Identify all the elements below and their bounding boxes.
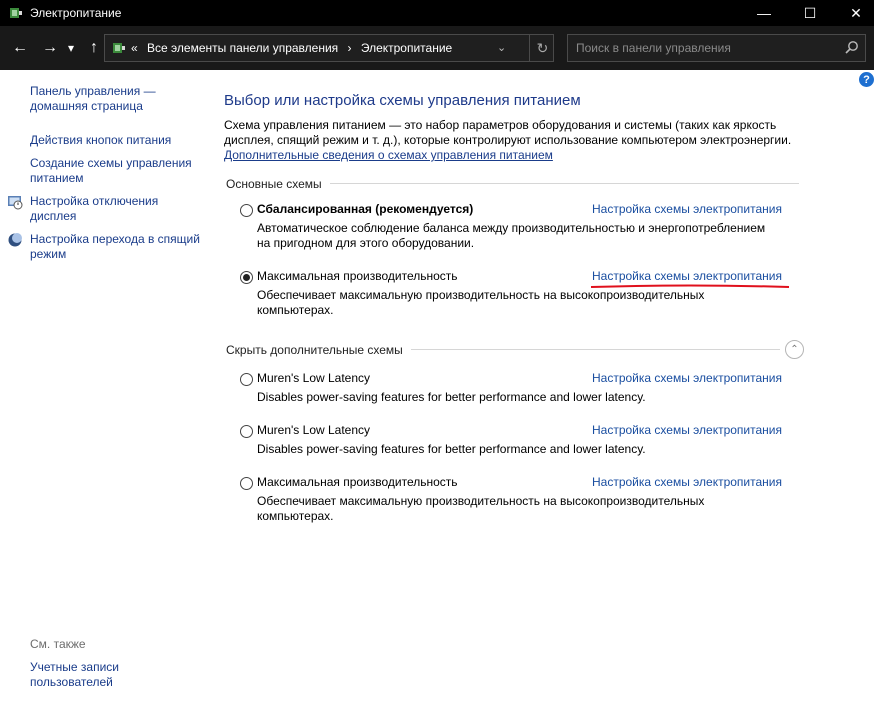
plan-settings-link[interactable]: Настройка схемы электропитания bbox=[592, 202, 782, 216]
address-dropdown-icon[interactable]: ⌄ bbox=[497, 41, 506, 54]
more-info-link[interactable]: Дополнительные сведения о схемах управле… bbox=[224, 148, 553, 162]
group-divider bbox=[411, 349, 780, 350]
sidebar-link-user-accounts[interactable]: Учетные записи пользователей bbox=[30, 660, 200, 690]
plan-name[interactable]: Максимальная производительность bbox=[257, 269, 458, 283]
plan-name[interactable]: Muren's Low Latency bbox=[257, 423, 370, 437]
plan-radio-murens-low-latency-2[interactable] bbox=[240, 425, 253, 438]
page-description: Схема управления питанием — это набор па… bbox=[224, 118, 792, 147]
breadcrumb-overflow[interactable]: « bbox=[131, 41, 138, 55]
collapse-button[interactable]: ⌃ bbox=[785, 340, 804, 359]
plan-settings-link[interactable]: Настройка схемы электропитания bbox=[592, 423, 782, 437]
maximize-button[interactable]: ☐ bbox=[787, 0, 833, 26]
breadcrumb-all-control-panel-items[interactable]: Все элементы панели управления bbox=[147, 41, 338, 55]
red-underline-annotation bbox=[590, 284, 790, 288]
minimize-button[interactable]: — bbox=[741, 0, 787, 26]
refresh-icon: ↻ bbox=[536, 39, 549, 56]
plan-radio-ultimate-performance[interactable] bbox=[240, 271, 253, 284]
plan-name[interactable]: Muren's Low Latency bbox=[257, 371, 370, 385]
control-panel-icon bbox=[113, 43, 125, 53]
breadcrumb-power-options[interactable]: Электропитание bbox=[361, 41, 452, 55]
sidebar-link-create-plan[interactable]: Создание схемы управления питанием bbox=[30, 156, 200, 186]
plan-settings-link[interactable]: Настройка схемы электропитания bbox=[592, 269, 782, 283]
help-icon: ? bbox=[863, 73, 870, 86]
sidebar-link-display-off[interactable]: Настройка отключения дисплея bbox=[30, 194, 200, 224]
plan-radio-balanced[interactable] bbox=[240, 204, 253, 217]
maximize-icon: ☐ bbox=[803, 4, 817, 21]
arrow-left-icon: ← bbox=[12, 39, 28, 56]
left-pane: Панель управления — домашняя страница Де… bbox=[0, 70, 204, 704]
breadcrumb-separator[interactable]: › bbox=[348, 41, 352, 55]
navigation-bar: ← → ▾ ↑ « Все элементы панели управления… bbox=[0, 26, 874, 70]
sidebar-link-power-buttons[interactable]: Действия кнопок питания bbox=[30, 133, 200, 148]
group-basic-plans-label: Основные схемы bbox=[226, 177, 322, 191]
plan-description: Обеспечивает максимальную производительн… bbox=[257, 494, 705, 523]
sidebar-link-control-panel-home[interactable]: Панель управления — домашняя страница bbox=[30, 84, 200, 114]
see-also-label: См. также bbox=[30, 637, 86, 651]
up-button[interactable]: ↑ bbox=[84, 38, 104, 58]
search-box[interactable]: Поиск в панели управления bbox=[567, 34, 866, 62]
group-divider bbox=[330, 183, 799, 184]
plan-radio-murens-low-latency-1[interactable] bbox=[240, 373, 253, 386]
search-placeholder: Поиск в панели управления bbox=[576, 41, 731, 55]
plan-description: Автоматическое соблюдение баланса между … bbox=[257, 221, 766, 250]
plan-radio-ultimate-performance-2[interactable] bbox=[240, 477, 253, 490]
plan-settings-link[interactable]: Настройка схемы электропитания bbox=[592, 475, 782, 489]
window-title: Электропитание bbox=[30, 6, 122, 20]
plan-description: Обеспечивает максимальную производительн… bbox=[257, 288, 705, 317]
plan-name[interactable]: Сбалансированная (рекомендуется) bbox=[257, 202, 473, 216]
close-button[interactable]: ✕ bbox=[833, 0, 874, 26]
arrow-up-icon: ↑ bbox=[90, 39, 98, 56]
page-title: Выбор или настройка схемы управления пит… bbox=[224, 92, 581, 109]
breadcrumb: « Все элементы панели управления › Элект… bbox=[131, 41, 458, 55]
chevron-down-icon: ▾ bbox=[67, 41, 75, 55]
sidebar-link-sleep[interactable]: Настройка перехода в спящий режим bbox=[30, 232, 200, 262]
plan-description: Disables power-saving features for bette… bbox=[257, 442, 646, 456]
minimize-icon: — bbox=[757, 5, 771, 21]
search-icon[interactable] bbox=[844, 40, 860, 56]
address-bar[interactable]: « Все элементы панели управления › Элект… bbox=[104, 34, 554, 62]
title-bar: Электропитание — ☐ ✕ bbox=[0, 0, 874, 26]
group-hidden-plans-label: Скрыть дополнительные схемы bbox=[226, 343, 403, 357]
back-button[interactable]: ← bbox=[10, 38, 30, 58]
plan-description: Disables power-saving features for bette… bbox=[257, 390, 646, 404]
refresh-button[interactable]: ↻ bbox=[529, 35, 555, 61]
monitor-clock-icon bbox=[8, 196, 23, 210]
power-options-icon bbox=[10, 8, 22, 18]
recent-locations-button[interactable]: ▾ bbox=[64, 38, 78, 58]
close-icon: ✕ bbox=[850, 4, 862, 21]
plan-settings-link[interactable]: Настройка схемы электропитания bbox=[592, 371, 782, 385]
chevron-up-icon: ⌃ bbox=[790, 344, 799, 355]
plan-name[interactable]: Максимальная производительность bbox=[257, 475, 458, 489]
help-button[interactable]: ? bbox=[859, 72, 874, 87]
sleep-moon-icon bbox=[8, 233, 22, 247]
arrow-right-icon: → bbox=[42, 39, 58, 56]
forward-button[interactable]: → bbox=[40, 38, 60, 58]
